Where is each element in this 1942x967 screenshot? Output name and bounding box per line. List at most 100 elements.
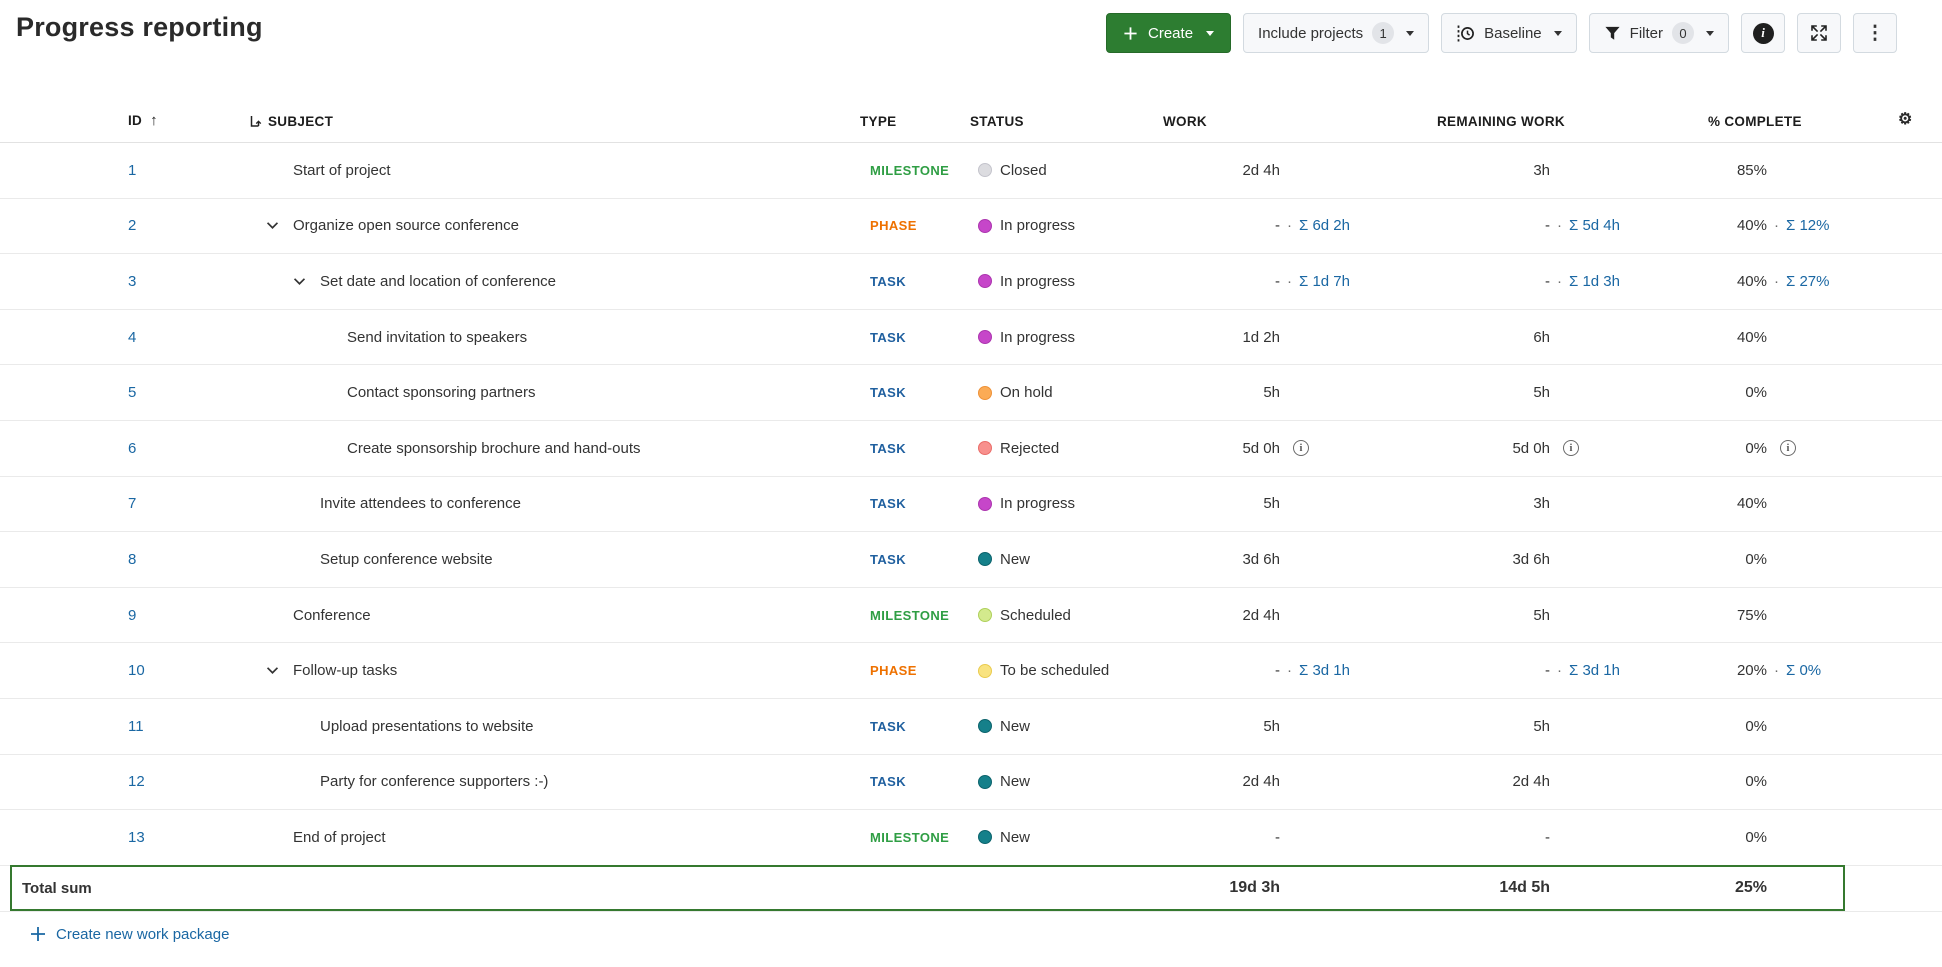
work-value: - <box>1275 272 1280 290</box>
remaining-work-value: 3d 6h <box>1512 550 1550 568</box>
table-row[interactable]: 6 Create sponsorship brochure and hand-o… <box>0 421 1942 477</box>
work-cell: 5h <box>1140 384 1430 401</box>
work-package-id-link[interactable]: 3 <box>128 273 136 290</box>
dot-separator: · <box>1557 217 1562 235</box>
remaining-work-cell: 5h <box>1430 607 1690 624</box>
status-dot <box>978 385 992 400</box>
percent-complete-cell: 0% <box>1690 718 1890 735</box>
derived-sum-link[interactable]: Σ 3d 1h <box>1299 662 1350 679</box>
work-cell: - <box>1140 829 1430 846</box>
work-packages-table: ID ↑ SUBJECT TYPE STATUS WORK REMAINING … <box>0 70 1942 947</box>
type-label: TASK <box>870 551 907 567</box>
percent-complete-cell: 40% · Σ 12% <box>1690 217 1890 234</box>
status-dot <box>978 774 992 789</box>
remaining-work-cell: 3h <box>1430 495 1690 512</box>
work-cell: 2d 4h <box>1140 607 1430 624</box>
work-package-id-link[interactable]: 8 <box>128 551 136 568</box>
column-header-subject[interactable]: SUBJECT <box>248 114 860 142</box>
create-button[interactable]: Create <box>1106 13 1232 53</box>
work-package-id-link[interactable]: 13 <box>128 829 145 846</box>
work-cell: - · Σ 3d 1h <box>1140 662 1430 679</box>
column-header-type[interactable]: TYPE <box>860 114 970 142</box>
derived-sum-link[interactable]: Σ 1d 3h <box>1569 273 1620 290</box>
plus-icon <box>31 927 45 942</box>
total-work-value: 19d 3h <box>1229 879 1280 897</box>
baseline-button[interactable]: Baseline <box>1441 13 1577 53</box>
table-row[interactable]: 11 Upload presentations to website TASK … <box>0 699 1942 755</box>
table-row[interactable]: 13 End of project MILESTONE New - - 0% <box>0 810 1942 866</box>
work-package-id-link[interactable]: 9 <box>128 607 136 624</box>
info-button[interactable]: i <box>1741 13 1785 53</box>
table-row[interactable]: 3 Set date and location of conference TA… <box>0 254 1942 310</box>
type-label: TASK <box>870 496 907 512</box>
table-row[interactable]: 7 Invite attendees to conference TASK In… <box>0 477 1942 533</box>
work-package-id-link[interactable]: 10 <box>128 662 145 679</box>
derived-sum-link[interactable]: Σ 27% <box>1786 273 1829 290</box>
filter-button[interactable]: Filter 0 <box>1588 13 1729 53</box>
table-row[interactable]: 10 Follow-up tasks PHASE To be scheduled… <box>0 643 1942 699</box>
subject-label: Party for conference supporters :-) <box>320 773 549 791</box>
include-projects-button[interactable]: Include projects 1 <box>1243 13 1430 53</box>
column-header-remaining-work[interactable]: REMAINING WORK <box>1430 114 1690 142</box>
chevron-down-icon <box>1206 30 1215 36</box>
percent-complete-cell: 20% · Σ 0% <box>1690 662 1890 679</box>
table-row[interactable]: 5 Contact sponsoring partners TASK On ho… <box>0 365 1942 421</box>
subject-label: Follow-up tasks <box>293 662 398 680</box>
info-icon[interactable]: i <box>1780 440 1796 457</box>
info-icon[interactable]: i <box>1293 440 1309 457</box>
derived-sum-link[interactable]: Σ 0% <box>1786 662 1821 679</box>
work-package-id-link[interactable]: 6 <box>128 440 136 457</box>
status-dot <box>978 830 992 845</box>
work-package-id-link[interactable]: 12 <box>128 773 145 790</box>
chevron-down-icon[interactable] <box>266 221 293 230</box>
remaining-work-cell: - · Σ 5d 4h <box>1430 217 1690 234</box>
column-header-id[interactable]: ID ↑ <box>0 112 248 142</box>
chevron-down-icon[interactable] <box>266 666 293 675</box>
work-package-id-link[interactable]: 2 <box>128 217 136 234</box>
derived-sum-link[interactable]: Σ 12% <box>1786 217 1829 234</box>
percent-complete-value: 40% <box>1736 272 1767 290</box>
fullscreen-button[interactable] <box>1797 13 1841 53</box>
derived-sum-link[interactable]: Σ 6d 2h <box>1299 217 1350 234</box>
dot-separator: · <box>1287 662 1292 680</box>
info-icon[interactable]: i <box>1563 440 1579 457</box>
work-cell: 2d 4h <box>1140 162 1430 179</box>
include-projects-count-badge: 1 <box>1372 22 1395 44</box>
dot-separator: · <box>1557 272 1562 290</box>
work-package-id-link[interactable]: 1 <box>128 162 136 179</box>
total-sum-label: Total sum <box>22 879 92 897</box>
baseline-clock-icon <box>1457 25 1475 41</box>
work-value: 2d 4h <box>1242 161 1280 179</box>
work-package-id-link[interactable]: 4 <box>128 329 136 346</box>
work-cell: 1d 2h <box>1140 329 1430 346</box>
derived-sum-link[interactable]: Σ 3d 1h <box>1569 662 1620 679</box>
remaining-work-value: 5h <box>1533 384 1550 402</box>
work-package-id-link[interactable]: 7 <box>128 495 136 512</box>
toolbar: Create Include projects 1 Baseline Filte… <box>1106 13 1897 53</box>
status-dot <box>978 719 992 734</box>
work-package-id-link[interactable]: 5 <box>128 384 136 401</box>
table-row[interactable]: 8 Setup conference website TASK New 3d 6… <box>0 532 1942 588</box>
work-package-id-link[interactable]: 11 <box>128 718 144 735</box>
column-header-status[interactable]: STATUS <box>970 114 1140 142</box>
work-value: 5d 0h <box>1242 439 1280 457</box>
type-label: PHASE <box>870 663 917 679</box>
table-row[interactable]: 4 Send invitation to speakers TASK In pr… <box>0 310 1942 366</box>
percent-complete-value: 40% <box>1736 495 1767 513</box>
derived-sum-link[interactable]: Σ 5d 4h <box>1569 217 1620 234</box>
more-menu-button[interactable]: ⋮ <box>1853 13 1897 53</box>
table-row[interactable]: 9 Conference MILESTONE Scheduled 2d 4h 5… <box>0 588 1942 644</box>
table-row[interactable]: 12 Party for conference supporters :-) T… <box>0 755 1942 811</box>
percent-complete-value: 0% <box>1745 439 1767 457</box>
table-row[interactable]: 2 Organize open source conference PHASE … <box>0 199 1942 255</box>
column-header-percent-complete[interactable]: % COMPLETE <box>1690 114 1890 142</box>
remaining-work-value: 2d 4h <box>1512 773 1550 791</box>
subject-label: Upload presentations to website <box>320 717 534 735</box>
create-work-package-link[interactable]: Create new work package <box>30 926 229 943</box>
type-label: TASK <box>870 273 907 289</box>
column-header-work[interactable]: WORK <box>1140 114 1430 142</box>
table-row[interactable]: 1 Start of project MILESTONE Closed 2d 4… <box>0 143 1942 199</box>
derived-sum-link[interactable]: Σ 1d 7h <box>1299 273 1350 290</box>
table-settings-button[interactable]: ⚙ <box>1890 109 1942 142</box>
chevron-down-icon[interactable] <box>293 277 320 286</box>
